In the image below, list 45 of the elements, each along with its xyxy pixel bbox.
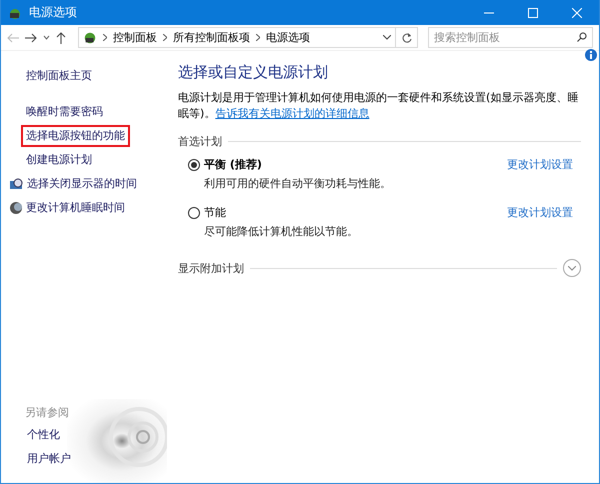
- change-plan-link[interactable]: 更改计划设置: [507, 157, 573, 172]
- plan-description: 利用可用的硬件自动平衡功耗与性能。: [204, 176, 392, 191]
- section-title: 首选计划: [178, 134, 222, 149]
- change-plan-link[interactable]: 更改计划设置: [507, 205, 573, 220]
- refresh-icon: [402, 32, 412, 42]
- search-icon: [577, 32, 587, 42]
- chevron-down-icon: [568, 266, 576, 270]
- sidebar-link[interactable]: 创建电源计划: [21, 149, 97, 171]
- address-bar[interactable]: 控制面板 所有控制面板项 电源选项: [78, 27, 396, 48]
- breadcrumb-item[interactable]: 所有控制面板项: [173, 30, 250, 45]
- chevron-right-icon: [103, 34, 107, 41]
- sidebar-link[interactable]: 选择关闭显示器的时间: [5, 173, 142, 195]
- see-also-heading: 另请参阅: [25, 405, 70, 421]
- chevron-right-icon: [256, 34, 260, 41]
- history-dropdown[interactable]: [43, 35, 50, 40]
- sidebar-link[interactable]: 选择电源按钮的功能: [21, 125, 130, 147]
- breadcrumb-item[interactable]: 电源选项: [266, 30, 310, 45]
- section-title: 显示附加计划: [178, 260, 244, 276]
- close-icon: [572, 8, 582, 18]
- refresh-button[interactable]: [396, 27, 418, 48]
- radio-button[interactable]: [188, 158, 200, 170]
- clock-monitor-icon: [10, 178, 23, 190]
- radio-button[interactable]: [188, 206, 200, 218]
- sidebar-link[interactable]: 个性化: [22, 424, 65, 446]
- window-title: 电源选项: [29, 4, 78, 21]
- sidebar-link[interactable]: 唤醒时需要密码: [21, 101, 108, 123]
- sidebar-link[interactable]: 控制面板主页: [21, 65, 97, 87]
- search-field[interactable]: 搜索控制面板: [428, 27, 593, 48]
- plan-name: 平衡 (推荐): [204, 157, 263, 172]
- sidebar-link[interactable]: 用户帐户: [22, 448, 76, 470]
- maximize-icon: [528, 8, 538, 18]
- details-link[interactable]: 告诉我有关电源计划的详细信息: [215, 107, 370, 120]
- forward-button[interactable]: [25, 32, 37, 42]
- chevron-down-icon[interactable]: [383, 35, 391, 40]
- moon-icon: [10, 202, 22, 214]
- plan-name: 节能: [204, 205, 227, 220]
- sidebar-link[interactable]: 更改计算机睡眠时间: [5, 197, 130, 219]
- expand-button[interactable]: [563, 259, 581, 277]
- page-heading: 选择或自定义电源计划: [178, 63, 329, 82]
- help-icon[interactable]: [585, 49, 597, 61]
- description-text: 电源计划是用于管理计算机如何使用电源的一套硬件和系统设置(如显示器亮度、睡眠等)。告诉我有关电源计划的详细信息: [178, 90, 580, 122]
- up-button[interactable]: [56, 32, 66, 44]
- plan-description: 尽可能降低计算机性能以节能。: [204, 224, 359, 239]
- chevron-right-icon: [163, 34, 167, 41]
- breadcrumb-item[interactable]: 控制面板: [113, 30, 157, 45]
